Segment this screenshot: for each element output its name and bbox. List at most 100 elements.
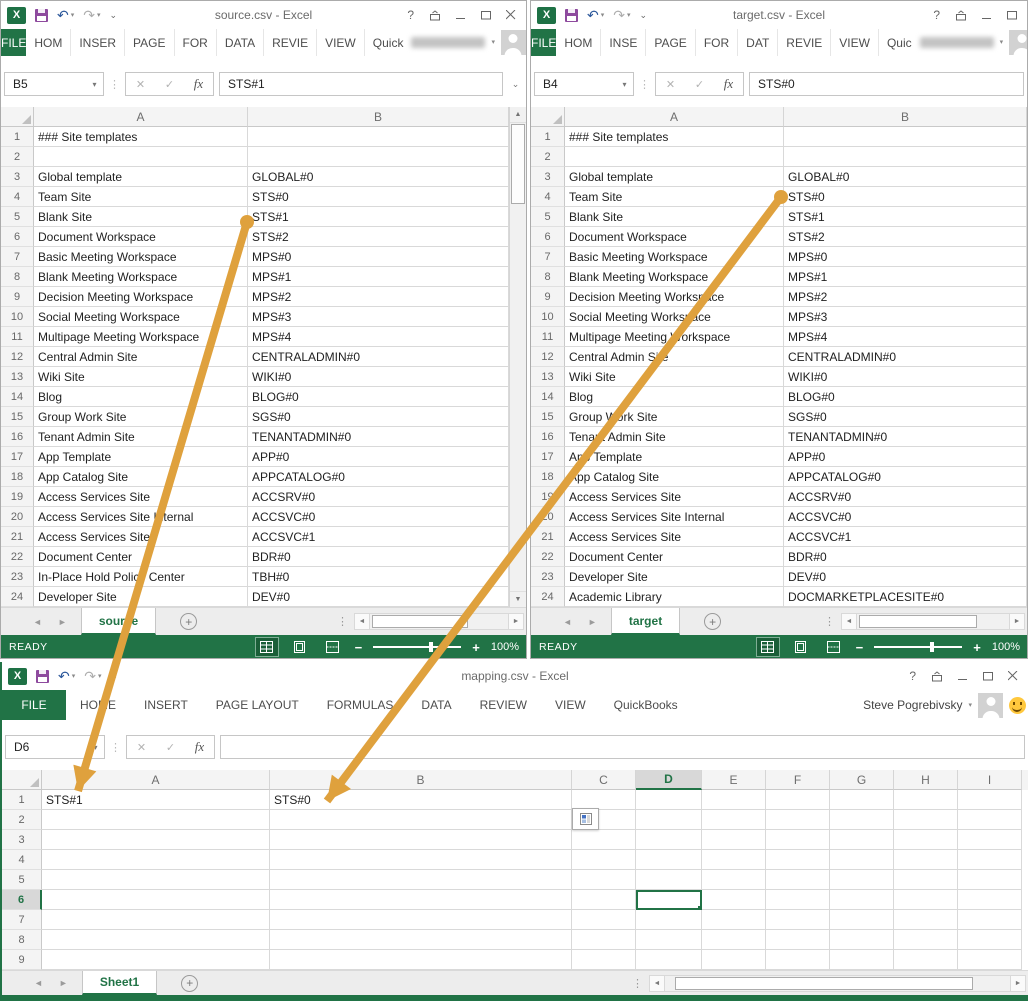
select-all-corner[interactable] [531, 107, 565, 127]
select-all-corner[interactable] [2, 770, 42, 790]
tab-overflow-dots[interactable]: ⋮ [824, 615, 841, 628]
cell-B21[interactable]: ACCSVC#1 [784, 527, 1027, 547]
cell-B19[interactable]: ACCSRV#0 [784, 487, 1027, 507]
row-header-4[interactable]: 4 [1, 187, 34, 207]
cell-A8[interactable]: Blank Meeting Workspace [34, 267, 248, 287]
ribbon-tab-hom[interactable]: HOM [556, 29, 600, 56]
cell-B12[interactable]: CENTRALADMIN#0 [248, 347, 509, 367]
vertical-scrollbar[interactable]: ▲ ▼ [509, 107, 526, 607]
cell-C8[interactable] [572, 930, 636, 950]
save-icon[interactable] [36, 670, 49, 683]
cell-G6[interactable] [830, 890, 894, 910]
ribbon-tab-view[interactable]: VIEW [316, 29, 364, 56]
redo-dropdown-icon[interactable]: ▾ [97, 12, 101, 19]
cell-B12[interactable]: CENTRALADMIN#0 [784, 347, 1027, 367]
zoom-slider[interactable] [874, 646, 962, 648]
zoom-level[interactable]: 100% [491, 641, 519, 653]
cell-B5[interactable]: STS#1 [248, 207, 509, 227]
cell-F8[interactable] [766, 930, 830, 950]
cell-C3[interactable] [572, 830, 636, 850]
cell-A5[interactable]: Blank Site [34, 207, 248, 227]
row-header-5[interactable]: 5 [2, 870, 42, 890]
minimize-icon[interactable] [456, 10, 466, 20]
cell-B2[interactable] [270, 810, 572, 830]
name-box[interactable]: B4 ▾ [534, 72, 634, 96]
row-header-3[interactable]: 3 [531, 167, 565, 187]
cell-A11[interactable]: Multipage Meeting Workspace [565, 327, 784, 347]
cell-A16[interactable]: Tenant Admin Site [34, 427, 248, 447]
cell-B10[interactable]: MPS#3 [248, 307, 509, 327]
cell-B7[interactable] [270, 910, 572, 930]
scroll-right-icon[interactable]: ► [1010, 975, 1026, 992]
ribbon-tab-data[interactable]: DATA [407, 690, 465, 720]
cell-H8[interactable] [894, 930, 958, 950]
cell-A14[interactable]: Blog [565, 387, 784, 407]
view-page-layout-button[interactable] [289, 638, 311, 656]
cell-E9[interactable] [702, 950, 766, 970]
cell-B7[interactable]: MPS#0 [784, 247, 1027, 267]
cell-A2[interactable] [34, 147, 248, 167]
cell-B14[interactable]: BLOG#0 [784, 387, 1027, 407]
cell-A1[interactable]: ### Site templates [565, 127, 784, 147]
cell-G4[interactable] [830, 850, 894, 870]
cell-A8[interactable]: Blank Meeting Workspace [565, 267, 784, 287]
cell-B11[interactable]: MPS#4 [248, 327, 509, 347]
cell-D8[interactable] [636, 930, 702, 950]
save-icon[interactable] [35, 9, 48, 22]
formula-bar-resizer[interactable]: ⋮ [110, 741, 121, 754]
cell-A17[interactable]: App Template [34, 447, 248, 467]
row-header-8[interactable]: 8 [531, 267, 565, 287]
row-header-4[interactable]: 4 [531, 187, 565, 207]
cell-B6[interactable]: STS#2 [248, 227, 509, 247]
cell-I4[interactable] [958, 850, 1022, 870]
row-header-20[interactable]: 20 [1, 507, 34, 527]
view-normal-button[interactable] [757, 638, 779, 656]
cell-D7[interactable] [636, 910, 702, 930]
formula-bar-resizer[interactable]: ⋮ [109, 78, 120, 91]
scroll-right-icon[interactable]: ► [1009, 613, 1025, 630]
row-header-13[interactable]: 13 [531, 367, 565, 387]
cell-F4[interactable] [766, 850, 830, 870]
cell-B23[interactable]: DEV#0 [784, 567, 1027, 587]
zoom-slider-thumb[interactable] [429, 642, 433, 652]
cell-A11[interactable]: Multipage Meeting Workspace [34, 327, 248, 347]
scroll-left-icon[interactable]: ◄ [649, 975, 665, 992]
smiley-feedback-icon[interactable] [1009, 697, 1026, 714]
row-header-16[interactable]: 16 [1, 427, 34, 447]
cell-B15[interactable]: SGS#0 [248, 407, 509, 427]
row-header-15[interactable]: 15 [531, 407, 565, 427]
cell-B8[interactable] [270, 930, 572, 950]
sheet-nav-next-icon[interactable]: ► [51, 971, 76, 995]
zoom-in-button[interactable]: + [472, 641, 480, 654]
column-header-B[interactable]: B [270, 770, 572, 790]
cell-B19[interactable]: ACCSRV#0 [248, 487, 509, 507]
cell-B6[interactable] [270, 890, 572, 910]
ribbon-tab-quic[interactable]: Quic [878, 29, 920, 56]
customize-qat-icon[interactable]: ⌄ [640, 10, 648, 21]
cell-A24[interactable]: Academic Library [565, 587, 784, 607]
cell-B23[interactable]: TBH#0 [248, 567, 509, 587]
undo-button[interactable]: ↶▾ [58, 669, 75, 683]
cell-B3[interactable]: GLOBAL#0 [248, 167, 509, 187]
sheet-tab-sheet1[interactable]: Sheet1 [82, 971, 157, 995]
row-header-14[interactable]: 14 [1, 387, 34, 407]
row-header-23[interactable]: 23 [531, 567, 565, 587]
cell-D4[interactable] [636, 850, 702, 870]
ribbon-tab-insert[interactable]: INSERT [130, 690, 202, 720]
minimize-icon[interactable] [982, 10, 992, 20]
row-header-2[interactable]: 2 [2, 810, 42, 830]
cell-B4[interactable] [270, 850, 572, 870]
column-header-A[interactable]: A [565, 107, 784, 127]
cell-B17[interactable]: APP#0 [784, 447, 1027, 467]
cell-A22[interactable]: Document Center [565, 547, 784, 567]
redo-dropdown-icon[interactable]: ▾ [98, 673, 102, 680]
row-header-15[interactable]: 15 [1, 407, 34, 427]
cell-D2[interactable] [636, 810, 702, 830]
undo-dropdown-icon[interactable]: ▾ [71, 12, 75, 19]
ribbon-tab-home[interactable]: HOME [66, 690, 130, 720]
cell-A13[interactable]: Wiki Site [565, 367, 784, 387]
row-header-22[interactable]: 22 [1, 547, 34, 567]
cell-H4[interactable] [894, 850, 958, 870]
name-box-dropdown-icon[interactable]: ▾ [87, 743, 104, 752]
ribbon-tab-data[interactable]: DATA [216, 29, 263, 56]
